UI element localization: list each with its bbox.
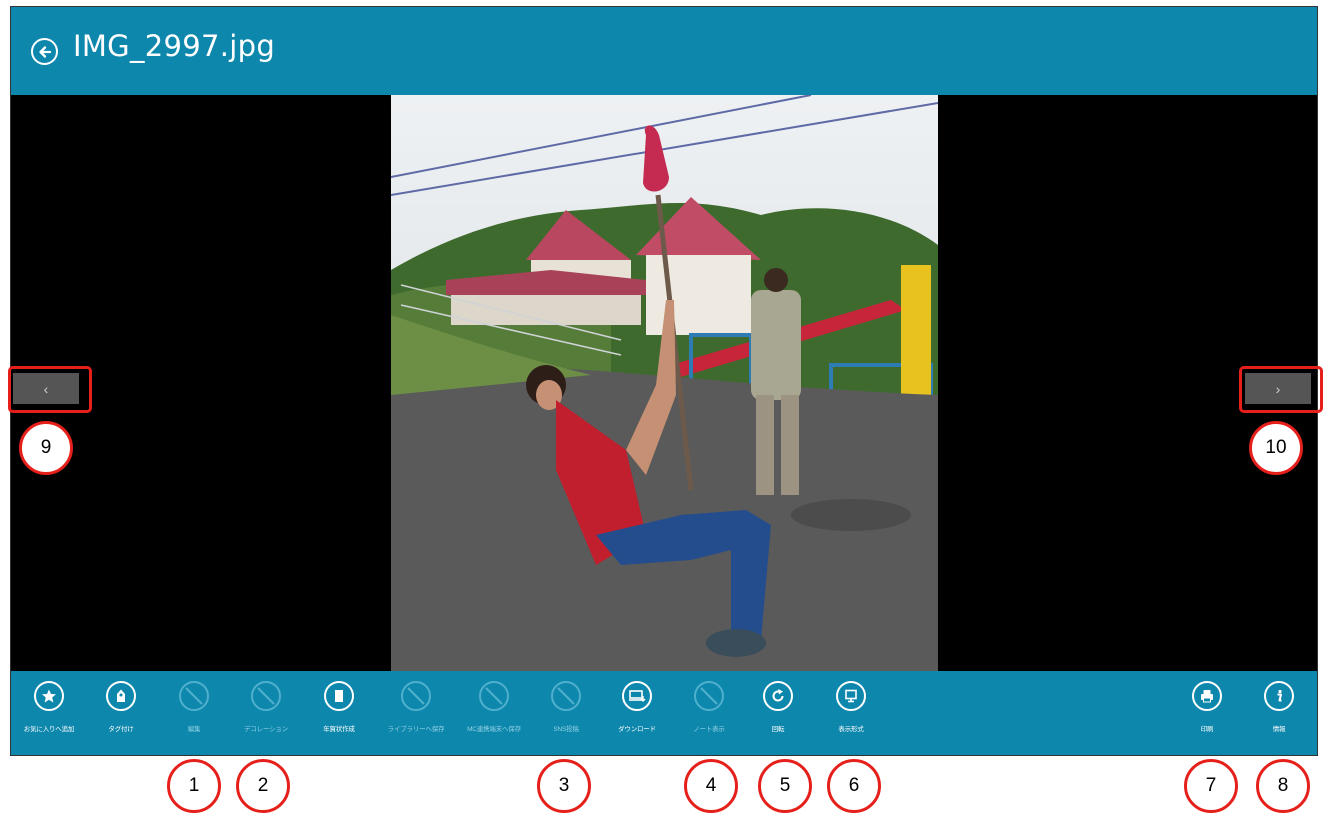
- save-mc-device-label: MC連携端末へ保存: [467, 726, 521, 733]
- callout-5: 5: [758, 759, 812, 813]
- photo-viewer: ‹ ›: [11, 95, 1317, 671]
- rotate-label: 回転: [771, 726, 785, 733]
- print-icon: [1192, 681, 1222, 711]
- photo-image: [391, 95, 938, 671]
- app-window: IMG_2997.jpg ‹ › お気に入りへ追加 タグ付け 編集 デコレーショ…: [10, 6, 1318, 756]
- callout-6: 6: [827, 759, 881, 813]
- callout-10: 10: [1249, 421, 1303, 475]
- page-title: IMG_2997.jpg: [73, 29, 276, 63]
- download-label: ダウンロード: [618, 726, 656, 733]
- sns-post-label: SNS投稿: [553, 726, 579, 733]
- callout-8: 8: [1256, 759, 1310, 813]
- highlight-prev: [8, 366, 92, 413]
- info-icon: [1264, 681, 1294, 711]
- save-library-label: ライブラリーへ保存: [387, 726, 445, 733]
- display-format-label: 表示形式: [838, 726, 864, 733]
- callout-7: 7: [1184, 759, 1238, 813]
- disabled-icon: [479, 681, 509, 711]
- print-label: 印刷: [1200, 726, 1214, 733]
- disabled-icon: [694, 681, 724, 711]
- tag-icon: [106, 681, 136, 711]
- disabled-icon: [251, 681, 281, 711]
- info-label: 情報: [1272, 726, 1286, 733]
- add-favorite-label: お気に入りへ追加: [23, 726, 75, 733]
- download-icon: [622, 681, 652, 711]
- highlight-next: [1239, 366, 1323, 413]
- callout-2: 2: [236, 759, 290, 813]
- edit-label: 編集: [187, 726, 201, 733]
- app-bar: お気に入りへ追加 タグ付け 編集 デコレーション 年賀状作成 ライブラリーへ保存…: [11, 671, 1317, 755]
- decoration-label: デコレーション: [244, 726, 288, 733]
- tag-label: タグ付け: [108, 726, 134, 733]
- star-icon: [34, 681, 64, 711]
- disabled-icon: [401, 681, 431, 711]
- rotate-icon: [763, 681, 793, 711]
- callout-9: 9: [19, 421, 73, 475]
- callout-4: 4: [684, 759, 738, 813]
- display-format-button[interactable]: 表示形式: [808, 681, 894, 733]
- new-year-card-label: 年賀状作成: [323, 726, 355, 733]
- note-view-label: ノート表示: [693, 726, 725, 733]
- callout-3: 3: [537, 759, 591, 813]
- new-year-card-button[interactable]: 年賀状作成: [296, 681, 382, 733]
- title-bar: IMG_2997.jpg: [11, 7, 1317, 95]
- disabled-icon: [551, 681, 581, 711]
- save-library-button[interactable]: ライブラリーへ保存: [373, 681, 459, 733]
- photo-illustration: [391, 95, 938, 671]
- back-arrow-icon: [38, 45, 51, 58]
- callout-1: 1: [167, 759, 221, 813]
- info-button[interactable]: 情報: [1236, 681, 1317, 733]
- card-icon: [324, 681, 354, 711]
- back-button[interactable]: [31, 38, 58, 65]
- display-icon: [836, 681, 866, 711]
- disabled-icon: [179, 681, 209, 711]
